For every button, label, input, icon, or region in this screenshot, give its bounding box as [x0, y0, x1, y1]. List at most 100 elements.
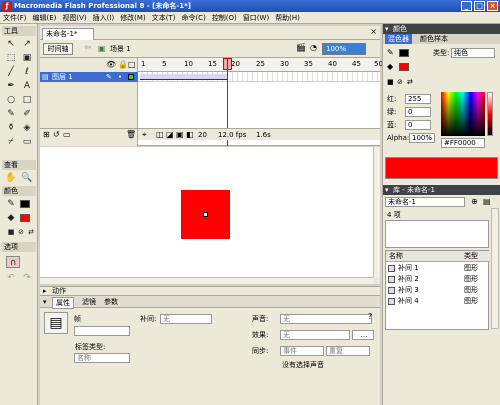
blue-input[interactable]: 0	[405, 120, 431, 130]
menu-view[interactable]: 视图(V)	[59, 12, 89, 24]
tab-color-mixer[interactable]: 混色器	[385, 34, 412, 44]
timeline-toggle-button[interactable]: 时间轴	[43, 43, 73, 55]
eyedropper-tool-icon[interactable]: ⌿	[4, 136, 18, 148]
library-item[interactable]: 补间 1 图形	[386, 263, 490, 274]
maximize-button[interactable]: □	[474, 1, 485, 11]
menu-help[interactable]: 帮助(H)	[272, 12, 303, 24]
menu-window[interactable]: 窗口(W)	[240, 12, 272, 24]
edit-symbols-icon[interactable]: ◔	[310, 43, 317, 52]
outline-icon[interactable]: □	[128, 60, 136, 69]
swap-mix-icon[interactable]: ⇄	[407, 78, 413, 86]
tab-color-swatches[interactable]: 颜色样本	[417, 34, 451, 44]
tab-untitled-1[interactable]: 未命名-1*	[42, 28, 94, 40]
straighten-icon[interactable]: ↷	[20, 272, 34, 284]
zoom-select[interactable]: 100%	[322, 43, 366, 55]
help-icon[interactable]: ?	[368, 312, 372, 321]
insert-layer-icon[interactable]: ⊞	[43, 130, 50, 139]
color-panel-header[interactable]: ▾ 颜色	[383, 24, 500, 34]
library-item[interactable]: 补间 2 图形	[386, 274, 490, 285]
rectangle-tool-icon[interactable]: □	[20, 94, 34, 106]
tab-properties[interactable]: 属性	[52, 297, 74, 309]
menu-commands[interactable]: 命令(C)	[178, 12, 208, 24]
onion-markers-icon[interactable]: ◧	[186, 130, 194, 140]
menu-edit[interactable]: 编辑(E)	[30, 12, 60, 24]
fill-transform-tool-icon[interactable]: ▣	[20, 52, 34, 64]
fill-color-swatch[interactable]	[20, 214, 30, 222]
library-options-icon[interactable]: ⊕	[471, 197, 478, 206]
library-panel-header[interactable]: ▾ 库 - 未命名-1	[383, 185, 500, 195]
fill-type-select[interactable]: 纯色	[451, 48, 495, 58]
edit-multiple-icon[interactable]: ▣	[176, 130, 184, 140]
red-input[interactable]: 255	[405, 94, 431, 104]
stage[interactable]	[40, 147, 373, 277]
sound-select[interactable]: 无	[280, 314, 372, 324]
close-button[interactable]: ×	[487, 1, 498, 11]
default-mix-icon[interactable]: ■	[387, 78, 394, 86]
horizontal-scrollbar[interactable]	[40, 277, 373, 284]
new-library-icon[interactable]: ▤	[483, 197, 491, 206]
delete-layer-icon[interactable]: 🗑	[126, 130, 136, 139]
stroke-color-swatch[interactable]	[20, 200, 30, 208]
pencil-tool-icon[interactable]: ✎	[4, 108, 18, 120]
oval-tool-icon[interactable]: ○	[4, 94, 18, 106]
green-input[interactable]: 0	[405, 107, 431, 117]
snap-magnet-icon[interactable]: ∩	[6, 256, 20, 268]
tab-filters[interactable]: 滤镜	[82, 297, 96, 307]
center-frame-icon[interactable]: ⌖	[142, 130, 147, 140]
lasso-tool-icon[interactable]: ℓ	[20, 66, 34, 78]
paint-bucket-tool-icon[interactable]: ◈	[20, 122, 34, 134]
hex-input[interactable]: #FF0000	[441, 138, 485, 148]
tween-select[interactable]: 无	[160, 314, 212, 324]
fill-color-icon[interactable]: ◆	[4, 212, 18, 224]
col-name[interactable]: 名称	[389, 251, 403, 262]
ink-bottle-tool-icon[interactable]: ⚱	[4, 122, 18, 134]
menu-file[interactable]: 文件(F)	[0, 12, 30, 24]
insert-folder-icon[interactable]: ▭	[63, 130, 71, 139]
lock-icon[interactable]: 🔒	[118, 60, 128, 69]
frame-name-input[interactable]	[74, 326, 130, 336]
back-arrow-icon[interactable]: ⇦	[84, 43, 92, 53]
brightness-slider[interactable]	[487, 92, 493, 136]
mixer-stroke-swatch[interactable]	[399, 49, 409, 57]
repeat-select[interactable]: 重复	[326, 346, 370, 356]
eraser-tool-icon[interactable]: ▭	[20, 136, 34, 148]
collapse-props-icon[interactable]: ▾	[43, 297, 47, 307]
layer-row[interactable]: ▤ 图层 1 ✎ •	[40, 72, 138, 82]
col-type[interactable]: 类型	[464, 251, 478, 262]
brush-tool-icon[interactable]: ✐	[20, 108, 34, 120]
eye-icon[interactable]: 👁	[106, 60, 116, 69]
free-transform-tool-icon[interactable]: ⬚	[4, 52, 18, 64]
zoom-tool-icon[interactable]: 🔍	[20, 172, 34, 184]
vertical-scrollbar[interactable]	[373, 147, 380, 277]
layer-outline-color[interactable]	[128, 74, 134, 80]
motion-tween-span[interactable]	[140, 74, 228, 80]
library-item[interactable]: 补间 4 图形	[386, 296, 490, 307]
library-doc-select[interactable]: 未命名-1	[385, 197, 465, 207]
edit-scene-icon[interactable]: 🎬	[296, 43, 306, 52]
color-spectrum[interactable]	[441, 92, 485, 136]
frame-ruler[interactable]: 1 5 10 15 20 25 30 35 40 45 50	[138, 58, 383, 72]
library-scrollbar[interactable]	[491, 208, 499, 329]
tab-parameters[interactable]: 参数	[104, 297, 118, 307]
subselect-tool-icon[interactable]: ↗	[20, 38, 34, 50]
no-color-mix-icon[interactable]: ⊘	[397, 78, 403, 86]
menu-control[interactable]: 控制(O)	[209, 12, 240, 24]
text-tool-icon[interactable]: A	[20, 80, 34, 92]
edit-effect-button[interactable]: …	[352, 330, 374, 340]
stroke-color-icon[interactable]: ✎	[4, 198, 18, 210]
swap-colors-icon[interactable]: ⇄	[24, 226, 38, 238]
add-guide-icon[interactable]: ↺	[53, 130, 60, 139]
onion-skin-icon[interactable]: ◫	[156, 130, 164, 140]
minimize-button[interactable]: _	[461, 1, 472, 11]
onion-outline-icon[interactable]: ◪	[166, 130, 174, 140]
hand-tool-icon[interactable]: ✋	[4, 172, 18, 184]
menu-text[interactable]: 文本(T)	[149, 12, 179, 24]
library-item[interactable]: 补间 3 图形	[386, 285, 490, 296]
mixer-fill-swatch[interactable]	[399, 63, 409, 71]
menu-insert[interactable]: 插入(I)	[90, 12, 118, 24]
smooth-icon[interactable]: ↶	[4, 272, 18, 284]
layer-visible-dot[interactable]: •	[118, 72, 122, 82]
pen-tool-icon[interactable]: ✒	[4, 80, 18, 92]
menu-modify[interactable]: 修改(M)	[117, 12, 149, 24]
effect-select[interactable]: 无	[280, 330, 350, 340]
